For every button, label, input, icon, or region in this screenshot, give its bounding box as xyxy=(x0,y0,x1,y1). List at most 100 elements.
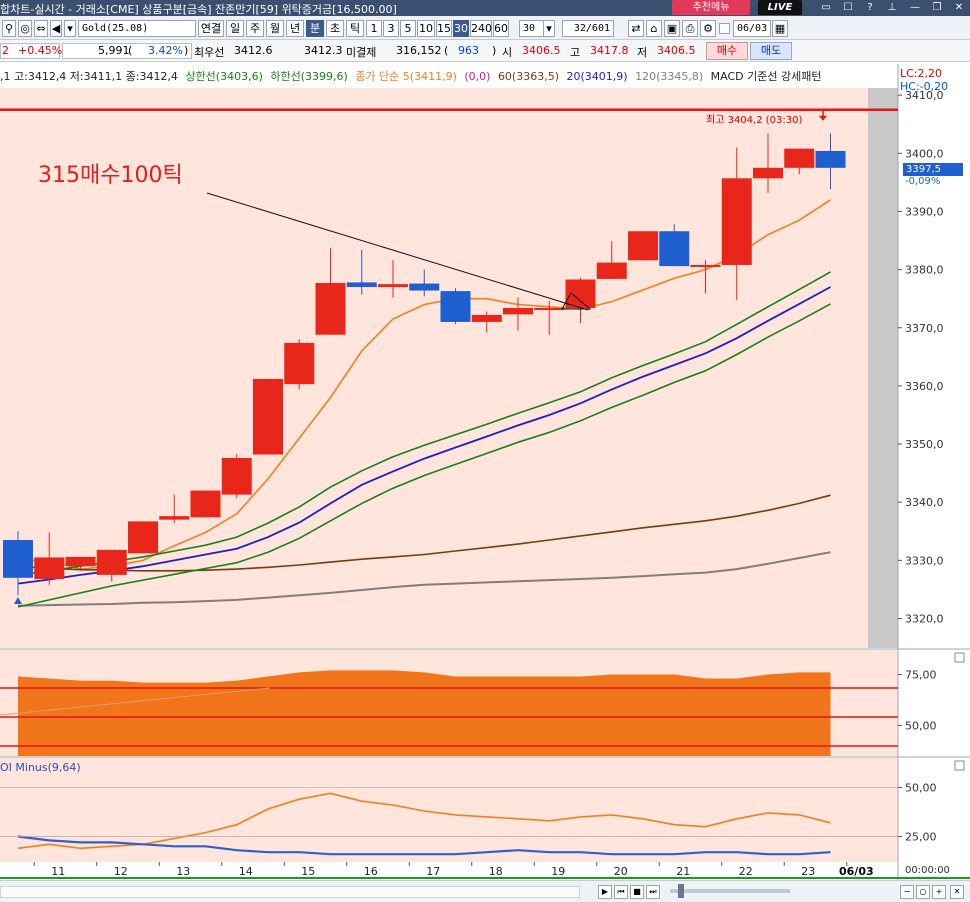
period-button[interactable]: 틱 xyxy=(346,20,364,37)
pin-toolbar-icon[interactable]: ⚲ xyxy=(2,20,16,37)
interval-button[interactable]: 1 xyxy=(366,20,382,37)
sub1-area xyxy=(18,670,831,756)
legend-ma0: (0,0) xyxy=(464,70,491,83)
interval-button[interactable]: 3 xyxy=(383,20,399,37)
tool-icon-1[interactable]: ⇄ xyxy=(628,20,644,37)
y-tick-label: 3360,0 xyxy=(905,380,944,393)
pane-toggle xyxy=(954,652,965,663)
candle-body xyxy=(378,284,408,288)
count-dropdown-icon[interactable]: ▾ xyxy=(543,20,555,37)
window-restore-icon[interactable]: ❐ xyxy=(927,1,947,14)
save-icon[interactable]: ▣ xyxy=(664,20,680,37)
bottom-bar: ▶ ⏮ ■ ⏭ − ○ + ✕ xyxy=(0,880,970,902)
interval-button[interactable]: 60 xyxy=(493,20,509,37)
maximize-icon[interactable]: ☐ xyxy=(838,1,858,14)
close-chart-icon[interactable]: ✕ xyxy=(950,885,964,899)
best-bid-label: 최우선 xyxy=(194,46,225,59)
candle-body xyxy=(628,231,658,261)
help-icon[interactable]: ? xyxy=(860,1,880,14)
play-icon[interactable]: ▶ xyxy=(598,885,612,899)
date-checkbox[interactable] xyxy=(719,23,730,34)
zoom-slider[interactable] xyxy=(670,889,790,893)
pin-icon[interactable]: ⊥ xyxy=(882,1,902,14)
page-input[interactable]: 32/601 xyxy=(562,20,614,37)
legend-ma20: 20(3401,9) xyxy=(566,70,628,83)
zoom-reset-icon[interactable]: ○ xyxy=(916,885,930,899)
volume: 5,991 xyxy=(98,44,130,57)
calendar-icon[interactable]: ▦ xyxy=(772,20,788,37)
candle-body xyxy=(565,279,596,308)
best-ask: 3412.3 xyxy=(304,44,343,57)
prev-symbol-icon[interactable]: ◀ xyxy=(50,20,62,37)
chart-legend: ,1 고:3412,4 저:3411,1 종:3412,4 상한선(3403,6… xyxy=(0,68,825,84)
change-percent: +0.45% xyxy=(18,44,63,57)
x-tick-label: 15 xyxy=(301,865,316,878)
period-button[interactable]: 주 xyxy=(246,20,264,37)
y-tick-label: 3370,0 xyxy=(905,322,944,335)
candle-body xyxy=(128,521,158,554)
candle-body xyxy=(815,150,846,168)
interval-button[interactable]: 240 xyxy=(470,20,492,37)
y-tick-label: 3390,0 xyxy=(905,205,944,218)
legend-ma60: 60(3363,5) xyxy=(497,70,560,83)
high-label: 고 xyxy=(570,46,581,59)
candle-body xyxy=(753,167,783,179)
live-button[interactable]: LIVE xyxy=(758,0,802,15)
interval-button[interactable]: 10 xyxy=(417,20,435,37)
print-icon[interactable]: ⎙ xyxy=(682,20,698,37)
zoom-out-icon[interactable]: − xyxy=(900,885,914,899)
candle-body xyxy=(96,549,127,575)
x-tick-label: 20 xyxy=(613,865,628,878)
interval-button[interactable]: 15 xyxy=(436,20,452,37)
hc-label: HC:-0,20 xyxy=(900,80,949,93)
sub1-tick-label: 50,00 xyxy=(905,719,937,732)
low-price: 3406.5 xyxy=(657,44,696,57)
x-tick-label: 21 xyxy=(676,865,691,878)
interval-button[interactable]: 5 xyxy=(400,20,416,37)
candle-body xyxy=(190,490,221,518)
buy-button[interactable]: 매수 xyxy=(706,42,748,60)
candle-body xyxy=(284,342,315,385)
y-tick-label: 3330,0 xyxy=(905,554,944,567)
fast-forward-icon[interactable]: ⏭ xyxy=(646,885,660,899)
best-bid: 3412.6 xyxy=(234,44,273,57)
step-back-icon[interactable]: ⏮ xyxy=(614,885,628,899)
candle-body xyxy=(34,557,65,579)
sub2-tick-label: 25,00 xyxy=(905,830,937,843)
high-note: 최고 3404,2 (03:30) xyxy=(706,115,803,126)
restore-icon[interactable]: ▭ xyxy=(816,1,836,14)
x-tick-label: 23 xyxy=(801,865,816,878)
sync-icon[interactable]: ◎ xyxy=(18,20,32,37)
zoom-slider-thumb[interactable] xyxy=(678,884,684,898)
interval-button[interactable]: 30 xyxy=(453,20,469,37)
legend-macd: MACD 기준선 강세패턴 xyxy=(710,70,822,83)
link-icon[interactable]: ⇔ xyxy=(34,20,48,37)
period-button[interactable]: 연결 xyxy=(198,20,224,37)
date-input[interactable]: 06/03 xyxy=(733,20,771,37)
chart-area[interactable]: 3410,0 3400,0 3390,0 3380,0 3370,0 3360,0 3350… xyxy=(0,64,970,902)
toolbar: ⚲ ◎ ⇔ ◀ ▾ Gold(25.08) 연결 일 주 월 년 분 초 틱 1 3 5 10 15 3… xyxy=(0,16,970,40)
tool-icon-2[interactable]: ⌂ xyxy=(646,20,662,37)
x-tick-label: 18 xyxy=(488,865,503,878)
period-button[interactable]: 초 xyxy=(326,20,344,37)
period-button[interactable]: 일 xyxy=(226,20,244,37)
y-tick-label: 3350,0 xyxy=(905,438,944,451)
title-bar: 합차트-실시간 - 거래소[CME] 상품구분[금속] 잔존만기[59] 위탁증… xyxy=(0,0,970,16)
period-button[interactable]: 분 xyxy=(306,20,324,37)
recommend-menu-button[interactable]: 추천메뉴 xyxy=(672,0,750,15)
close-icon[interactable]: ✕ xyxy=(949,1,969,14)
x-tick-label: 13 xyxy=(176,865,191,878)
x-tick-label: 16 xyxy=(363,865,378,878)
settings-icon[interactable]: ⚙ xyxy=(700,20,716,37)
legend-upper-band: 상한선(3403,6) xyxy=(185,70,263,83)
sell-button[interactable]: 매도 xyxy=(750,42,792,60)
chart-scrollbar[interactable] xyxy=(0,886,580,898)
zoom-in-icon[interactable]: + xyxy=(932,885,946,899)
minimize-icon[interactable]: — xyxy=(905,1,925,14)
stop-icon[interactable]: ■ xyxy=(630,885,644,899)
period-button[interactable]: 월 xyxy=(266,20,284,37)
period-button[interactable]: 년 xyxy=(286,20,304,37)
next-symbol-icon[interactable]: ▾ xyxy=(64,20,76,37)
x-tick-label: 12 xyxy=(113,865,128,878)
symbol-input[interactable]: Gold(25.08) xyxy=(78,20,196,37)
